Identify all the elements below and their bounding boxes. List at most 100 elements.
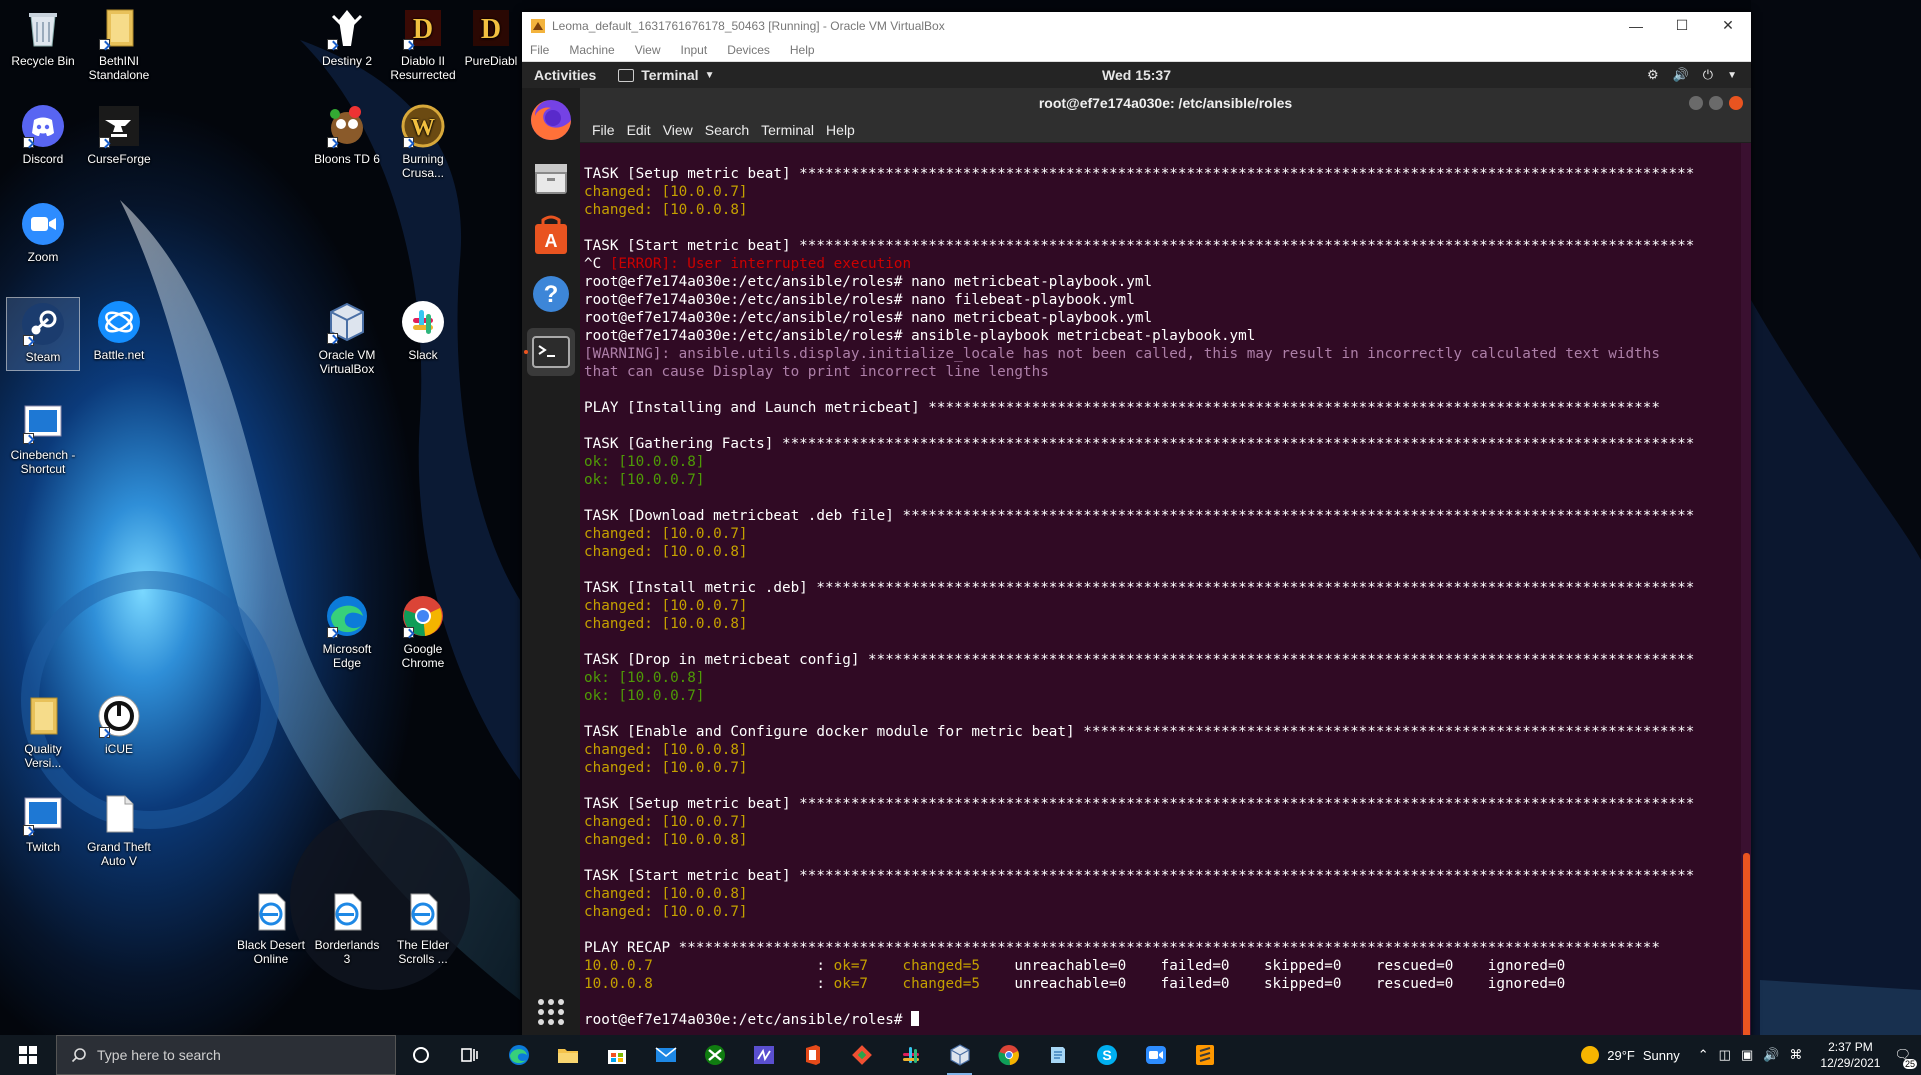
desktop-icon-cinebench[interactable]: Cinebench - Shortcut [7, 400, 79, 476]
maximize-button[interactable]: ☐ [1659, 12, 1705, 39]
terminal-close-button[interactable] [1729, 96, 1743, 110]
vbox-menu-help[interactable]: Help [790, 43, 815, 57]
dock-software[interactable]: A [527, 212, 575, 260]
show-applications-button[interactable] [527, 988, 575, 1036]
term-menu-view[interactable]: View [663, 122, 693, 138]
terminal-titlebar[interactable]: root@ef7e174a030e: /etc/ansible/roles [580, 88, 1751, 118]
desktop-icon-bloons[interactable]: Bloons TD 6 [311, 104, 383, 166]
dock-firefox[interactable] [527, 96, 575, 144]
chrome-icon [998, 1045, 1019, 1066]
term-menu-file[interactable]: File [592, 122, 615, 138]
taskbar-zoom[interactable] [1131, 1035, 1180, 1075]
dock-files[interactable] [527, 154, 575, 202]
vbox-menu-machine[interactable]: Machine [569, 43, 614, 57]
activities-button[interactable]: Activities [534, 67, 596, 83]
vbox-menu-view[interactable]: View [635, 43, 661, 57]
speaker-icon[interactable]: 🔊 [1763, 1047, 1779, 1063]
taskbar-search-box[interactable]: Type here to search [56, 1035, 396, 1075]
terminal-line: ok: [10.0.0.7] [584, 688, 705, 704]
vbox-menu-input[interactable]: Input [681, 43, 708, 57]
taskbar-xbox[interactable] [690, 1035, 739, 1075]
desktop-icon-purediablo[interactable]: D PureDiabl [460, 6, 522, 68]
app-menu-terminal[interactable]: Terminal ▼ [618, 67, 714, 83]
desktop-icon-battlenet[interactable]: Battle.net [83, 300, 155, 362]
gnome-system-tray[interactable]: ⚙ 🔊 ⏻ ▼ [1647, 62, 1737, 88]
taskbar-virtualbox[interactable] [935, 1035, 984, 1075]
term-menu-help[interactable]: Help [826, 122, 855, 138]
taskbar-chrome[interactable] [984, 1035, 1033, 1075]
taskbar-store[interactable] [592, 1035, 641, 1075]
cortana-button[interactable] [396, 1035, 445, 1075]
term-menu-terminal[interactable]: Terminal [761, 122, 814, 138]
taskbar-sublime[interactable] [1180, 1035, 1229, 1075]
close-button[interactable]: ✕ [1705, 12, 1751, 39]
desktop-icon-slack[interactable]: Slack [387, 300, 459, 362]
terminal-line: changed: [10.0.0.7] [584, 598, 748, 614]
start-button[interactable] [0, 1035, 56, 1075]
taskbar-edge[interactable] [494, 1035, 543, 1075]
taskbar-mail[interactable] [641, 1035, 690, 1075]
minimize-button[interactable]: — [1613, 12, 1659, 39]
taskbar-office[interactable] [788, 1035, 837, 1075]
notification-center-button[interactable]: 🗨 25 [1894, 1047, 1917, 1069]
desktop-icon-twitch[interactable]: Twitch [7, 792, 79, 854]
recycle-bin-icon [21, 6, 65, 50]
terminal-maximize-button[interactable] [1709, 96, 1723, 110]
desktop-icon-chrome[interactable]: Google Chrome [387, 594, 459, 670]
taskbar-git[interactable] [837, 1035, 886, 1075]
terminal-output[interactable]: TASK [Setup metric beat] ***************… [580, 143, 1740, 1040]
term-menu-edit[interactable]: Edit [627, 122, 651, 138]
terminal-window[interactable]: root@ef7e174a030e: /etc/ansible/roles Fi… [580, 88, 1751, 1040]
display-icon[interactable]: ▣ [1741, 1047, 1753, 1063]
taskbar-file-explorer[interactable] [543, 1035, 592, 1075]
desktop-icon-edge[interactable]: Microsoft Edge [311, 594, 383, 670]
bloons-icon [325, 104, 369, 148]
desktop-icon-burning-crusade[interactable]: W Burning Crusa... [387, 104, 459, 180]
vbox-menu-devices[interactable]: Devices [727, 43, 770, 57]
dock-terminal[interactable] [527, 328, 575, 376]
cinebench-icon [21, 400, 65, 444]
desktop-icon-discord[interactable]: Discord [7, 104, 79, 166]
terminal-minimize-button[interactable] [1689, 96, 1703, 110]
weather-widget[interactable]: 29°F Sunny [1581, 1046, 1680, 1064]
taskbar-skype[interactable]: S [1082, 1035, 1131, 1075]
terminal-line: root@ef7e174a030e:/etc/ansible/roles# an… [584, 328, 1256, 344]
desktop-icon-icue[interactable]: iCUE [83, 694, 155, 756]
vbox-menu-file[interactable]: File [530, 43, 549, 57]
gnome-clock[interactable]: Wed 15:37 [1102, 67, 1171, 83]
network-icon[interactable]: ◫ [1719, 1047, 1731, 1063]
terminal-prompt-line[interactable]: root@ef7e174a030e:/etc/ansible/roles# [584, 1011, 1740, 1029]
virtualbox-titlebar[interactable]: Leoma_default_1631761676178_50463 [Runni… [522, 12, 1751, 39]
wifi-icon[interactable]: ⌘ [1789, 1047, 1802, 1063]
desktop-icon-quality-versi[interactable]: Quality Versi... [7, 694, 79, 770]
desktop-icon-virtualbox[interactable]: Oracle VM VirtualBox [311, 300, 383, 376]
desktop-icon-label: Cinebench - Shortcut [10, 448, 76, 476]
desktop-icon-gta5[interactable]: Grand Theft Auto V [83, 792, 155, 868]
diablo2-icon: D [401, 6, 445, 50]
chevron-up-icon[interactable]: ⌃ [1698, 1047, 1709, 1063]
desktop-icon-diablo2[interactable]: D Diablo II Resurrected [387, 6, 459, 82]
term-menu-search[interactable]: Search [705, 122, 749, 138]
desktop-icon-destiny2[interactable]: Destiny 2 [311, 6, 383, 68]
virtualbox-window[interactable]: Leoma_default_1631761676178_50463 [Runni… [522, 12, 1751, 1040]
desktop-icon-borderlands3[interactable]: Borderlands 3 [311, 890, 383, 966]
desktop-icon-black-desert[interactable]: Black Desert Online [235, 890, 307, 966]
taskbar-slack[interactable] [886, 1035, 935, 1075]
desktop-icon-elder-scrolls[interactable]: The Elder Scrolls ... [387, 890, 459, 966]
desktop-icon-zoom[interactable]: Zoom [7, 202, 79, 264]
taskbar-notepad[interactable] [1033, 1035, 1082, 1075]
desktop-icon-label: Destiny 2 [321, 54, 373, 68]
store-icon [607, 1050, 626, 1064]
task-view-button[interactable] [445, 1035, 494, 1075]
desktop-icon-steam[interactable]: Steam [6, 297, 80, 371]
taskbar-terminal-app[interactable] [739, 1035, 788, 1075]
desktop-icon-bethini[interactable]: BethINI Standalone [83, 6, 155, 82]
dock-help[interactable]: ? [527, 270, 575, 318]
guest-display[interactable]: Activities Terminal ▼ Wed 15:37 ⚙ 🔊 ⏻ ▼ [522, 62, 1751, 1040]
scrollbar-thumb[interactable] [1743, 853, 1750, 1040]
desktop-icon-curseforge[interactable]: CurseForge [83, 104, 155, 166]
terminal-scrollbar[interactable] [1741, 143, 1751, 1040]
taskbar-clock[interactable]: 2:37 PM 12/29/2021 [1820, 1039, 1880, 1071]
desktop-icon-recycle-bin[interactable]: Recycle Bin [7, 6, 79, 68]
